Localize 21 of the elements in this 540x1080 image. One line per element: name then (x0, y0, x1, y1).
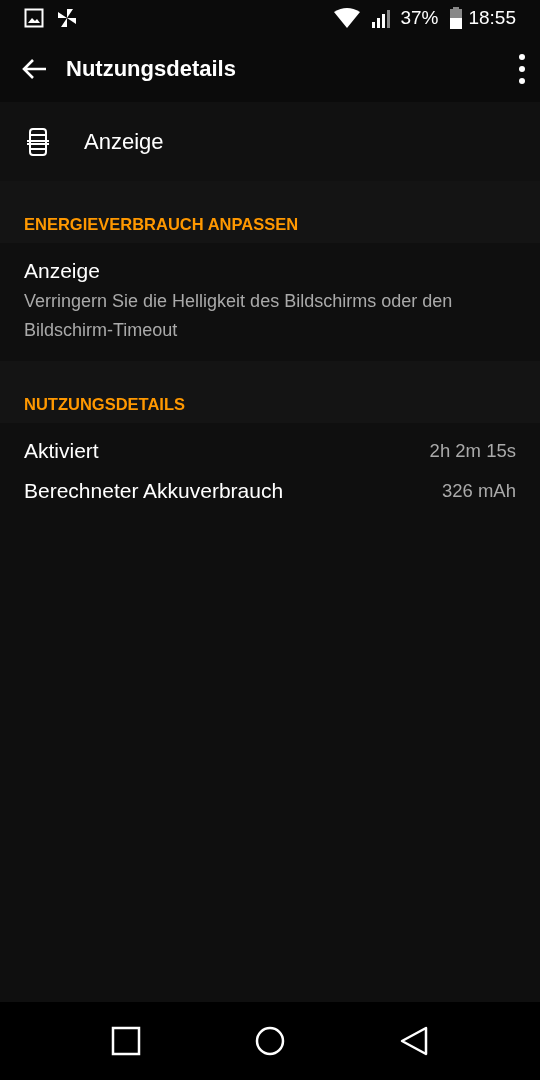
app-name: Anzeige (84, 128, 164, 155)
section-header: ENERGIEVERBRAUCH ANPASSEN (24, 215, 299, 234)
battery-percent: 37% (400, 7, 439, 29)
detail-value: 326 mAh (441, 480, 516, 502)
home-button[interactable] (255, 1026, 285, 1056)
image-icon (24, 8, 44, 28)
pinwheel-icon (56, 7, 78, 29)
window-title: Nutzungsdetails (66, 56, 237, 82)
item-summary: Verringern Sie die Helligkeit des Bildschirms oder den Bildschirm-Timeout (24, 290, 454, 342)
clock: 18:55 (468, 7, 516, 29)
wifi-icon (334, 8, 361, 28)
detail-value: 2h 2m 15s (429, 440, 516, 462)
display-icon (26, 127, 50, 156)
item-title: Anzeige (24, 259, 101, 283)
section-header: NUTZUNGSDETAILS (24, 395, 186, 414)
recents-button[interactable] (111, 1026, 141, 1056)
back-nav-button[interactable] (399, 1026, 429, 1056)
more-options-button[interactable] (518, 53, 526, 85)
detail-label: Aktiviert (24, 439, 99, 463)
battery-icon (450, 7, 463, 29)
detail-label: Berechneter Akkuverbrauch (24, 479, 284, 503)
